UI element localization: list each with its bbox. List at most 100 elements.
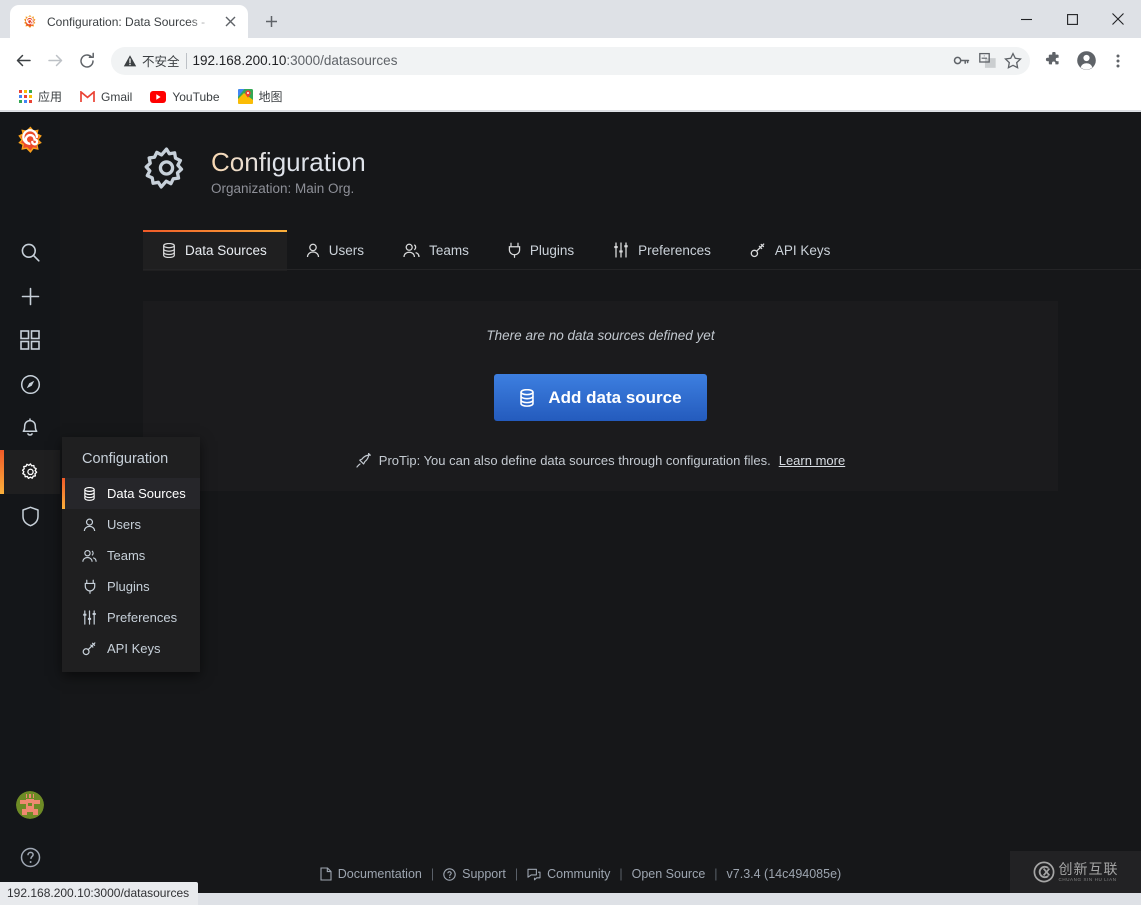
translate-icon[interactable] bbox=[974, 48, 1000, 74]
tab-label: Preferences bbox=[638, 242, 711, 258]
compass-icon bbox=[20, 374, 40, 394]
database-icon bbox=[519, 388, 535, 407]
sidebar-item-explore[interactable] bbox=[0, 362, 60, 406]
flyout-item-label: Users bbox=[107, 517, 141, 532]
browser-window: Configuration: Data Sources - 不安全 192.16… bbox=[0, 0, 1141, 905]
apps-grid-icon bbox=[19, 90, 32, 103]
footer-link-support[interactable]: Support bbox=[443, 867, 506, 881]
flyout-item-label: Data Sources bbox=[107, 486, 186, 501]
add-data-source-button[interactable]: Add data source bbox=[494, 374, 707, 421]
flyout-item-teams[interactable]: Teams bbox=[62, 540, 200, 571]
footer-label: Documentation bbox=[337, 867, 422, 881]
flyout-item-label: Preferences bbox=[107, 610, 178, 625]
footer-version: v7.3.4 (14c494085e) bbox=[726, 867, 842, 881]
datasource-empty-panel: There are no data sources defined yet Ad… bbox=[143, 301, 1058, 491]
bookmark-label: 应用 bbox=[38, 90, 63, 104]
new-tab-button[interactable] bbox=[257, 7, 285, 35]
key-icon[interactable] bbox=[948, 48, 974, 74]
extensions-puzzle-icon[interactable] bbox=[1039, 46, 1069, 76]
flyout-item-label: API Keys bbox=[107, 641, 161, 656]
tab-teams[interactable]: Teams bbox=[384, 230, 489, 270]
back-arrow-icon[interactable] bbox=[8, 46, 38, 76]
flyout-item-data-sources[interactable]: Data Sources bbox=[62, 478, 200, 509]
footer-link-documentation[interactable]: Documentation bbox=[320, 867, 422, 881]
omnibox-actions bbox=[948, 48, 1026, 74]
bookmark-gmail[interactable]: Gmail bbox=[71, 85, 141, 109]
close-icon[interactable] bbox=[1095, 0, 1141, 38]
browser-status-bubble: 192.168.200.10:3000/datasources bbox=[0, 882, 199, 905]
sidebar-item-search[interactable] bbox=[0, 230, 60, 274]
grafana-app: Configuration Organization: Main Org. Da… bbox=[0, 112, 1141, 893]
sidebar-item-alerting[interactable] bbox=[0, 406, 60, 450]
flyout-title: Configuration bbox=[82, 451, 169, 467]
help-question-icon bbox=[20, 847, 40, 867]
profile-icon[interactable] bbox=[1071, 46, 1101, 76]
flyout-item-plugins[interactable]: Plugins bbox=[62, 571, 200, 602]
tab-preferences[interactable]: Preferences bbox=[594, 230, 731, 270]
database-icon bbox=[82, 486, 97, 501]
bookmark-label: 地图 bbox=[258, 90, 283, 104]
footer-link-community[interactable]: Community bbox=[527, 867, 610, 881]
tab-plugins[interactable]: Plugins bbox=[489, 230, 594, 270]
key-skeleton-icon bbox=[750, 242, 766, 258]
watermark: 创新互联 CHUANG XIN HU LIAN bbox=[1010, 851, 1141, 893]
close-icon[interactable] bbox=[222, 13, 239, 30]
sidebar-item-configuration[interactable] bbox=[0, 450, 60, 494]
flyout-item-preferences[interactable]: Preferences bbox=[62, 602, 200, 633]
flyout-item-api-keys[interactable]: API Keys bbox=[62, 633, 200, 664]
tab-users[interactable]: Users bbox=[287, 230, 384, 270]
document-icon bbox=[320, 867, 332, 881]
bookmark-youtube[interactable]: YouTube bbox=[141, 85, 228, 109]
gear-icon bbox=[21, 462, 37, 479]
protip: ProTip: You can also define data sources… bbox=[356, 453, 845, 468]
users-icon bbox=[82, 549, 97, 563]
sidebar-item-help[interactable] bbox=[0, 835, 60, 879]
key-skeleton-icon bbox=[82, 641, 97, 656]
watermark-en: CHUANG XIN HU LIAN bbox=[1058, 876, 1117, 882]
maximize-icon[interactable] bbox=[1049, 0, 1095, 38]
plug-icon bbox=[82, 579, 97, 594]
forward-arrow-icon[interactable] bbox=[40, 46, 70, 76]
tab-data-sources[interactable]: Data Sources bbox=[143, 230, 287, 271]
address-bar[interactable]: 不安全 192.168.200.10:3000/datasources bbox=[111, 46, 1030, 75]
protip-text: ProTip: You can also define data sources… bbox=[378, 453, 771, 468]
bookmark-maps[interactable]: 地图 bbox=[229, 85, 292, 109]
reload-icon[interactable] bbox=[72, 46, 102, 76]
sidebar-item-server-admin[interactable] bbox=[0, 494, 60, 538]
tab-label: Users bbox=[328, 242, 365, 258]
bookmark-apps[interactable]: 应用 bbox=[10, 85, 71, 109]
footer-divider: | bbox=[514, 867, 519, 881]
browser-toolbar: 不安全 192.168.200.10:3000/datasources bbox=[0, 38, 1141, 83]
url-host: 192.168.200.10 bbox=[192, 53, 287, 68]
footer-label: Open Source bbox=[631, 867, 706, 881]
sidebar-item-create[interactable] bbox=[0, 274, 60, 318]
users-icon bbox=[403, 243, 420, 258]
learn-more-link[interactable]: Learn more bbox=[779, 453, 845, 468]
flyout-item-users[interactable]: Users bbox=[62, 509, 200, 540]
watermark-cn: 创新互联 bbox=[1058, 860, 1119, 877]
security-indicator[interactable]: 不安全 bbox=[123, 51, 180, 70]
chrome-menu-icon[interactable] bbox=[1103, 46, 1133, 76]
footer-label: Community bbox=[547, 867, 611, 881]
page-content: Configuration Organization: Main Org. Da… bbox=[60, 112, 1141, 491]
plug-icon bbox=[508, 242, 521, 258]
avatar[interactable] bbox=[16, 791, 44, 819]
grafana-logo-icon[interactable] bbox=[0, 112, 60, 168]
tab-api-keys[interactable]: API Keys bbox=[731, 230, 851, 270]
star-icon[interactable] bbox=[1000, 48, 1026, 74]
page-title-block: Configuration Organization: Main Org. bbox=[211, 147, 366, 196]
empty-state-message: There are no data sources defined yet bbox=[486, 328, 715, 343]
watermark-text: 创新互联 CHUANG XIN HU LIAN bbox=[1059, 862, 1119, 883]
browser-tab[interactable]: Configuration: Data Sources - bbox=[10, 5, 248, 38]
gmail-icon bbox=[80, 90, 95, 102]
sidebar-item-dashboards[interactable] bbox=[0, 318, 60, 362]
plus-icon bbox=[21, 287, 39, 305]
dashboards-grid-icon bbox=[20, 330, 40, 350]
shield-icon bbox=[21, 506, 39, 526]
footer-label: Support bbox=[462, 867, 506, 881]
tab-label: Teams bbox=[429, 242, 469, 258]
url-path: :3000/datasources bbox=[286, 53, 398, 68]
tab-label: Plugins bbox=[529, 242, 575, 258]
footer-link-open-source[interactable]: Open Source bbox=[632, 867, 706, 881]
minimize-icon[interactable] bbox=[1003, 0, 1049, 38]
